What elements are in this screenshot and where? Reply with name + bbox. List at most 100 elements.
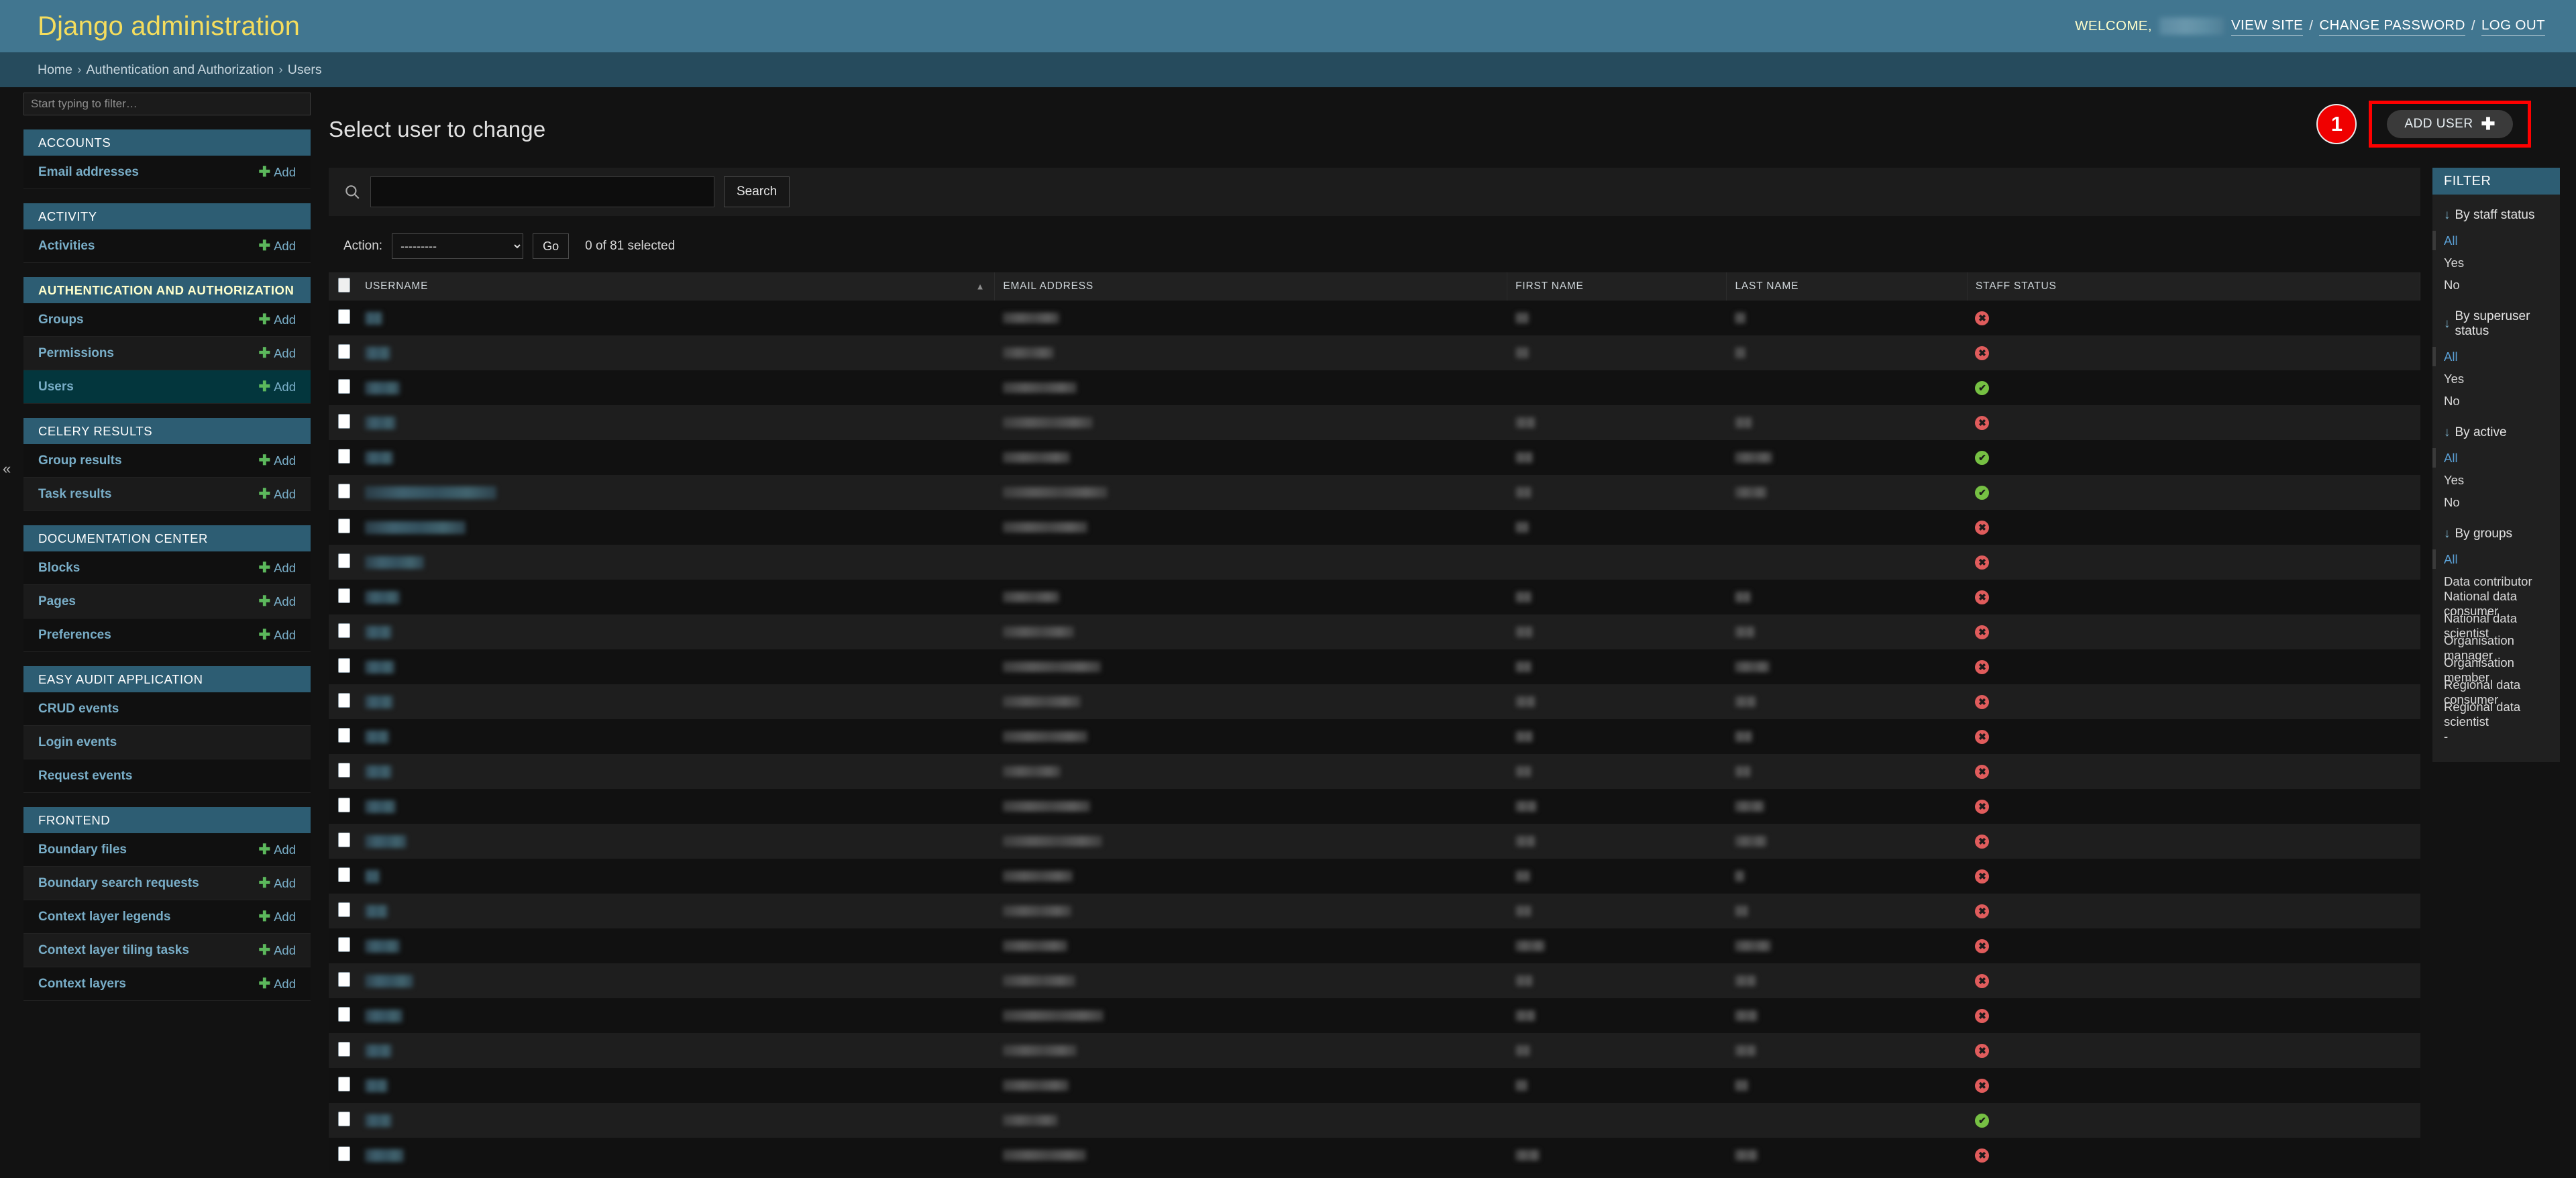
filter-choice[interactable]: No (2432, 491, 2560, 513)
column-header-username[interactable]: USERNAME ▲ (357, 272, 996, 301)
nav-model-row[interactable]: Boundary search requests ✚ Add (23, 867, 311, 900)
cell-username[interactable] (357, 614, 995, 649)
filter-choice[interactable]: No (2432, 390, 2560, 412)
filter-choice-link[interactable]: No (2444, 495, 2460, 510)
cell-username[interactable] (357, 1103, 995, 1138)
nav-model-add-link[interactable]: ✚ Add (258, 561, 296, 576)
cell-username[interactable] (357, 301, 995, 335)
view-site-link[interactable]: VIEW SITE (2231, 17, 2304, 36)
action-select[interactable]: --------- (392, 233, 524, 260)
cell-username[interactable] (357, 510, 995, 545)
nav-model-link-permissions[interactable]: Permissions (38, 346, 114, 361)
row-checkbox[interactable] (338, 692, 350, 708)
nav-app-caption[interactable]: DOCUMENTATION CENTER (23, 525, 311, 551)
action-go-button[interactable]: Go (533, 233, 570, 260)
table-row[interactable]: ✖ (329, 719, 2420, 755)
nav-app-caption[interactable]: ACCOUNTS (23, 129, 311, 156)
select-all-checkbox[interactable] (338, 277, 350, 292)
nav-model-add-link[interactable]: ✚ Add (258, 977, 296, 992)
nav-app-caption[interactable]: FRONTEND (23, 807, 311, 833)
nav-model-link-task-results[interactable]: Task results (38, 487, 111, 502)
nav-app-caption[interactable]: ACTIVITY (23, 203, 311, 229)
table-row[interactable]: ✖ (329, 684, 2420, 720)
breadcrumb-app[interactable]: Authentication and Authorization (87, 62, 274, 78)
filter-choice-link[interactable]: Yes (2444, 256, 2464, 270)
nav-model-link-group-results[interactable]: Group results (38, 453, 122, 468)
filter-choice-link[interactable]: All (2444, 552, 2458, 567)
row-checkbox[interactable] (338, 518, 350, 533)
row-checkbox[interactable] (338, 343, 350, 359)
cell-username[interactable] (357, 684, 995, 719)
nav-model-link-context-layer-tiling-tasks[interactable]: Context layer tiling tasks (38, 943, 189, 958)
nav-model-row[interactable]: Context layers ✚ Add (23, 967, 311, 1001)
row-checkbox[interactable] (338, 902, 350, 917)
table-row[interactable]: ✖ (329, 963, 2420, 999)
cell-username[interactable] (357, 475, 995, 510)
row-checkbox[interactable] (338, 378, 350, 394)
filter-choice-link[interactable]: - (2444, 729, 2448, 744)
nav-model-link-preferences[interactable]: Preferences (38, 628, 111, 643)
filter-choice-link[interactable]: Yes (2444, 372, 2464, 386)
nav-model-row[interactable]: Groups ✚ Add (23, 303, 311, 337)
table-row[interactable]: ✖ (329, 824, 2420, 859)
cell-username[interactable] (357, 894, 995, 928)
table-row[interactable]: ✔ (329, 370, 2420, 406)
add-user-button[interactable]: ADD USER ✚ (2387, 110, 2513, 138)
row-checkbox[interactable] (338, 553, 350, 568)
row-checkbox[interactable] (338, 588, 350, 603)
change-password-link[interactable]: CHANGE PASSWORD (2319, 17, 2465, 36)
cell-username[interactable] (357, 719, 995, 754)
cell-username[interactable] (357, 824, 995, 859)
cell-username[interactable] (357, 789, 995, 824)
row-checkbox[interactable] (338, 448, 350, 464)
cell-username[interactable] (357, 754, 995, 789)
cell-username[interactable] (357, 928, 995, 963)
row-checkbox[interactable] (338, 1076, 350, 1091)
filter-choice[interactable]: - (2432, 725, 2560, 747)
row-checkbox[interactable] (338, 309, 350, 324)
filter-group-title[interactable]: ↓ By active (2432, 412, 2560, 447)
filter-choice[interactable]: No (2432, 274, 2560, 296)
table-row[interactable]: ✖ (329, 789, 2420, 824)
nav-model-row[interactable]: Pages ✚ Add (23, 585, 311, 619)
nav-model-add-link[interactable]: ✚ Add (258, 165, 296, 180)
row-checkbox[interactable] (338, 1111, 350, 1126)
nav-model-add-link[interactable]: ✚ Add (258, 943, 296, 958)
nav-model-row[interactable]: Preferences ✚ Add (23, 619, 311, 652)
filter-choice[interactable]: Regional data scientist (2432, 700, 2560, 729)
column-header-staff-status[interactable]: STAFF STATUS (1967, 272, 2421, 301)
nav-model-add-link[interactable]: ✚ Add (258, 843, 296, 857)
row-checkbox[interactable] (338, 797, 350, 812)
nav-model-add-link[interactable]: ✚ Add (258, 487, 296, 502)
row-checkbox[interactable] (338, 413, 350, 429)
nav-model-link-groups[interactable]: Groups (38, 313, 84, 327)
nav-model-link-crud-events[interactable]: CRUD events (38, 702, 119, 716)
table-row[interactable]: ✖ (329, 405, 2420, 441)
filter-choice[interactable]: All (2432, 229, 2560, 252)
nav-model-row[interactable]: Email addresses ✚ Add (23, 156, 311, 189)
search-button[interactable]: Search (724, 176, 790, 208)
cell-username[interactable] (357, 963, 995, 998)
nav-model-link-boundary-files[interactable]: Boundary files (38, 843, 127, 857)
row-checkbox[interactable] (338, 867, 350, 882)
nav-model-link-users[interactable]: Users (38, 380, 74, 394)
table-row[interactable]: ✖ (329, 928, 2420, 964)
cell-username[interactable] (357, 1138, 995, 1173)
filter-group-title[interactable]: ↓ By superuser status (2432, 296, 2560, 345)
cell-username[interactable] (357, 998, 995, 1033)
row-checkbox[interactable] (338, 1041, 350, 1057)
filter-choice[interactable]: All (2432, 345, 2560, 368)
table-row[interactable]: ✖ (329, 301, 2420, 336)
nav-app-caption[interactable]: CELERY RESULTS (23, 418, 311, 444)
table-row[interactable]: ✖ (329, 998, 2420, 1034)
table-row[interactable]: ✖ (329, 1068, 2420, 1104)
filter-choice[interactable]: All (2432, 548, 2560, 570)
row-checkbox[interactable] (338, 762, 350, 778)
nav-model-link-login-events[interactable]: Login events (38, 735, 117, 750)
nav-model-link-context-layer-legends[interactable]: Context layer legends (38, 910, 170, 924)
row-checkbox[interactable] (338, 657, 350, 673)
table-row[interactable]: ✔ (329, 440, 2420, 476)
filter-choice[interactable]: Yes (2432, 469, 2560, 491)
nav-model-row[interactable]: Context layer legends ✚ Add (23, 900, 311, 934)
filter-choice-link[interactable]: Data contributor (2444, 574, 2532, 589)
